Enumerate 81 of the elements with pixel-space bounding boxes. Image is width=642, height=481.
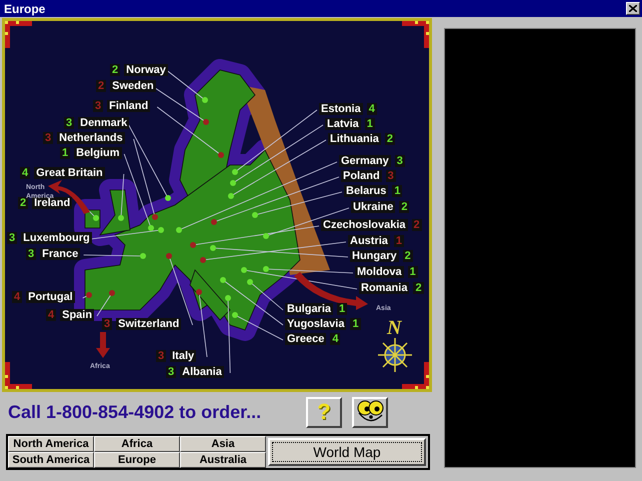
product-count: 4	[46, 309, 56, 321]
country-name[interactable]: Norway	[124, 64, 168, 76]
country-name[interactable]: Italy	[170, 350, 196, 362]
product-count: 2	[96, 80, 106, 92]
product-count: 1	[408, 266, 418, 278]
country-name[interactable]: Bulgaria	[285, 303, 334, 315]
continent-button[interactable]: Australia	[180, 452, 266, 468]
product-count: 4	[12, 291, 22, 303]
product-count: 1	[392, 185, 402, 197]
product-count: 3	[102, 318, 112, 330]
product-count: 3	[166, 366, 176, 378]
corner-ornament	[402, 21, 429, 48]
corner-ornament	[5, 21, 32, 48]
continent-button[interactable]: North America	[8, 436, 94, 452]
country-name[interactable]: France	[40, 248, 80, 260]
country-name[interactable]: Denmark	[78, 117, 130, 129]
compass-letter: N	[387, 317, 402, 340]
leader-line	[96, 292, 112, 316]
continent-button[interactable]: South America	[8, 452, 94, 468]
country-name[interactable]: Sweden	[110, 80, 156, 92]
product-count: 4	[20, 167, 30, 179]
country-name[interactable]: Belarus	[344, 185, 388, 197]
country-name[interactable]: Ireland	[32, 197, 72, 209]
country-name[interactable]: Hungary	[350, 250, 399, 262]
product-count: 3	[7, 232, 18, 244]
close-button[interactable]	[626, 2, 640, 15]
continent-button[interactable]: Europe	[94, 452, 180, 468]
product-count: 2	[399, 201, 410, 213]
country-name[interactable]: Poland	[341, 170, 382, 182]
country-name[interactable]: Portugal	[26, 291, 75, 303]
country-name[interactable]: Great Britain	[34, 167, 105, 179]
country-name[interactable]: Netherlands	[57, 132, 125, 144]
product-count: 3	[394, 155, 405, 167]
leader-line	[167, 70, 206, 100]
close-icon	[629, 5, 637, 12]
product-count: 3	[43, 132, 54, 144]
country-name[interactable]: Czechoslovakia	[321, 219, 408, 231]
country-name[interactable]: Switzerland	[116, 318, 182, 330]
corner-ornament	[402, 362, 429, 389]
product-count: 3	[156, 350, 166, 362]
arrow-icon	[96, 332, 110, 358]
product-count: 2	[413, 282, 424, 294]
product-count: 2	[110, 64, 120, 76]
corner-ornament	[5, 362, 32, 389]
product-count: 3	[386, 170, 396, 182]
product-count: 4	[366, 103, 377, 115]
product-count: 2	[18, 197, 28, 209]
country-name[interactable]: Ukraine	[351, 201, 396, 213]
country-name[interactable]: Moldova	[355, 266, 404, 278]
product-count: 1	[60, 147, 70, 159]
country-name[interactable]: Spain	[60, 309, 94, 321]
country-name[interactable]: Romania	[359, 282, 410, 294]
product-count: 2	[402, 250, 413, 262]
country-name[interactable]: Lithuania	[328, 133, 381, 145]
country-name[interactable]: Germany	[339, 155, 391, 167]
product-count: 1	[364, 118, 375, 130]
window-title: Europe	[4, 2, 46, 16]
face-button[interactable]	[352, 396, 388, 428]
country-name[interactable]: Greece	[285, 333, 326, 345]
product-count: 4	[330, 333, 340, 345]
product-count: 3	[93, 100, 104, 112]
order-phone-text: Call 1-800-854-4902 to order...	[8, 402, 262, 422]
product-count: 2	[384, 133, 396, 145]
country-name[interactable]: Finland	[107, 100, 150, 112]
country-name[interactable]: Austria	[348, 235, 390, 247]
compass-icon	[377, 337, 413, 373]
product-count: 3	[26, 248, 36, 260]
product-count: 1	[394, 235, 404, 247]
product-count: 3	[64, 117, 74, 129]
country-name[interactable]: Estonia	[319, 103, 363, 115]
world-map-button[interactable]: World Map	[268, 438, 426, 466]
continent-button[interactable]: Asia	[180, 436, 266, 452]
country-name[interactable]: Luxembourg	[21, 232, 92, 244]
product-count: 2	[412, 219, 422, 231]
country-name[interactable]: Albania	[180, 366, 224, 378]
continent-button[interactable]: Africa	[94, 436, 180, 452]
country-name[interactable]: Latvia	[325, 118, 361, 130]
product-count: 1	[337, 303, 348, 315]
country-name[interactable]: Yugoslavia	[285, 318, 346, 330]
country-name[interactable]: Belgium	[74, 147, 122, 159]
product-count: 1	[350, 318, 361, 330]
